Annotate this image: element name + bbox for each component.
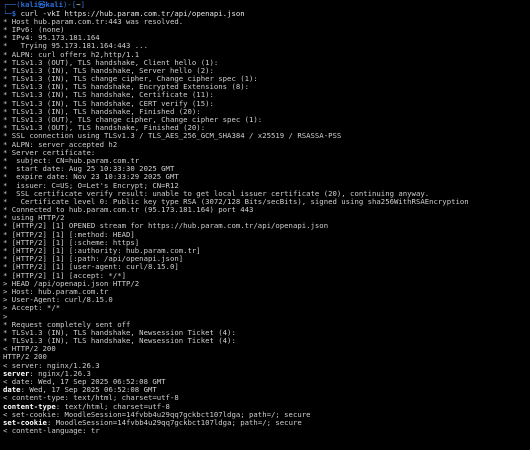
output-line: * SSL certificate verify result: unable …: [3, 189, 430, 198]
output-line: * ALPN: curl offers h2,http/1.1: [3, 50, 140, 59]
output-line: * TLSv1.3 (IN), TLS change cipher, Chang…: [3, 75, 258, 84]
output-line: >: [3, 312, 8, 321]
output-line: * TLSv1.3 (IN), TLS handshake, Finished …: [3, 107, 201, 116]
header-value: text/html; charset=utf-8: [60, 402, 170, 411]
output-line: * TLSv1.3 (IN), TLS handshake, CERT veri…: [3, 99, 214, 108]
prompt-close: ]: [80, 1, 86, 9]
output-line: * [HTTP/2] [1] OPENED stream for https:/…: [3, 222, 329, 231]
output-line: * TLSv1.3 (OUT), TLS handshake, Finished…: [3, 124, 206, 133]
output-line: * IPv4: 95.173.181.164: [3, 34, 100, 43]
output-line: * Trying 95.173.181.164:443 ...: [3, 42, 148, 51]
header-value: nginx/1.26.3: [33, 369, 91, 378]
prompt-frame-bottom: └─: [3, 9, 12, 18]
output-line: * [HTTP/2] [1] [:method: HEAD]: [3, 230, 135, 239]
output-line: * issuer: C=US; O=Let's Encrypt; CN=R12: [3, 181, 179, 190]
output-line: > Host: hub.param.com.tr: [3, 287, 109, 296]
header-key: set-cookie: [3, 418, 47, 427]
output-line: < server: nginx/1.26.3: [3, 361, 100, 370]
output-line: * TLSv1.3 (IN), TLS handshake, Newsessio…: [3, 328, 236, 337]
output-line: * IPv6: (none): [3, 25, 65, 34]
response-header-line: set-cookie: MoodleSession=14fvbb4u29qq7g…: [3, 419, 530, 427]
output-line: > HEAD /api/openapi.json HTTP/2: [3, 279, 140, 288]
header-value: MoodleSession=14fvbb4u29qq7gckbct107ldga…: [51, 418, 302, 427]
output-line: HTTP/2 200: [3, 353, 47, 362]
prompt-frame-top: ┌──(: [3, 1, 21, 9]
command-line: └─$ curl -vkI https://hub.param.com.tr/a…: [3, 10, 530, 18]
output-line: * [HTTP/2] [1] [:path: /api/openapi.json…: [3, 255, 184, 264]
terminal-output: * Host hub.param.com.tr:443 was resolved…: [3, 18, 530, 370]
output-line: * TLSv1.3 (IN), TLS handshake, Certifica…: [3, 91, 214, 100]
output-line: * TLSv1.3 (IN), TLS handshake, Server he…: [3, 66, 214, 75]
output-line: * [HTTP/2] [1] [accept: */*]: [3, 271, 127, 280]
output-line: > Accept: */*: [3, 304, 61, 313]
verbose-header-line: < content-language: tr: [3, 427, 100, 436]
output-line: * expire date: Nov 23 10:33:29 2025 GMT: [3, 173, 179, 182]
output-line: > User-Agent: curl/8.15.0: [3, 296, 113, 305]
verbose-header-line: < set-cookie: MoodleSession=14fvbb4u29qq…: [3, 410, 311, 419]
output-line: * SSL connection using TLSv1.3 / TLS_AES…: [3, 132, 342, 141]
output-line: * TLSv1.3 (OUT), TLS change cipher, Chan…: [3, 116, 263, 125]
prompt-user-host: kali㉿kali: [20, 1, 64, 9]
command-text: curl -vkI https://hub.param.com.tr/api/o…: [16, 9, 245, 18]
prompt-separator: )-[: [63, 1, 77, 9]
output-line: * ALPN: server accepted h2: [3, 140, 118, 149]
header-key: date: [3, 386, 21, 395]
output-line: * subject: CN=hub.param.com.tr: [3, 156, 140, 165]
verbose-header-line: < content-type: text/html; charset=utf-8: [3, 394, 179, 403]
output-line: * Certificate level 0: Public key type R…: [3, 197, 469, 206]
response-header-line: server: nginx/1.26.3: [3, 370, 530, 378]
output-line: * Connected to hub.param.com.tr (95.173.…: [3, 206, 254, 215]
prompt-line: ┌──(kali㉿kali)-[~]: [3, 1, 530, 10]
response-header-line: content-type: text/html; charset=utf-8: [3, 403, 530, 411]
output-line: * start date: Aug 25 10:33:30 2025 GMT: [3, 165, 175, 174]
terminal-window[interactable]: ┌──(kali㉿kali)-[~] └─$ curl -vkI https:/…: [0, 0, 530, 450]
verbose-header-line: < date: Wed, 17 Sep 2025 06:52:08 GMT: [3, 378, 166, 387]
output-line: * Host hub.param.com.tr:443 was resolved…: [3, 17, 184, 26]
output-line: * using HTTP/2: [3, 214, 65, 223]
response-headers: server: nginx/1.26.3 < date: Wed, 17 Sep …: [3, 370, 530, 436]
output-line: * [HTTP/2] [1] [:scheme: https]: [3, 238, 140, 247]
header-key: content-type: [3, 402, 56, 411]
header-key: server: [3, 369, 30, 378]
output-line: * [HTTP/2] [1] [:authority: hub.param.co…: [3, 247, 201, 256]
output-line: * Request completely sent off: [3, 320, 131, 329]
response-header-line: date: Wed, 17 Sep 2025 06:52:08 GMT: [3, 386, 530, 394]
output-line: * Server certificate:: [3, 148, 96, 157]
output-line: * [HTTP/2] [1] [user-agent: curl/8.15.0]: [3, 263, 179, 272]
output-line: * TLSv1.3 (IN), TLS handshake, Newsessio…: [3, 337, 236, 346]
output-line: * TLSv1.3 (IN), TLS handshake, Encrypted…: [3, 83, 250, 92]
header-value: Wed, 17 Sep 2025 06:52:08 GMT: [24, 386, 157, 395]
output-line: * TLSv1.3 (OUT), TLS handshake, Client h…: [3, 58, 219, 67]
output-line: < HTTP/2 200: [3, 345, 56, 354]
